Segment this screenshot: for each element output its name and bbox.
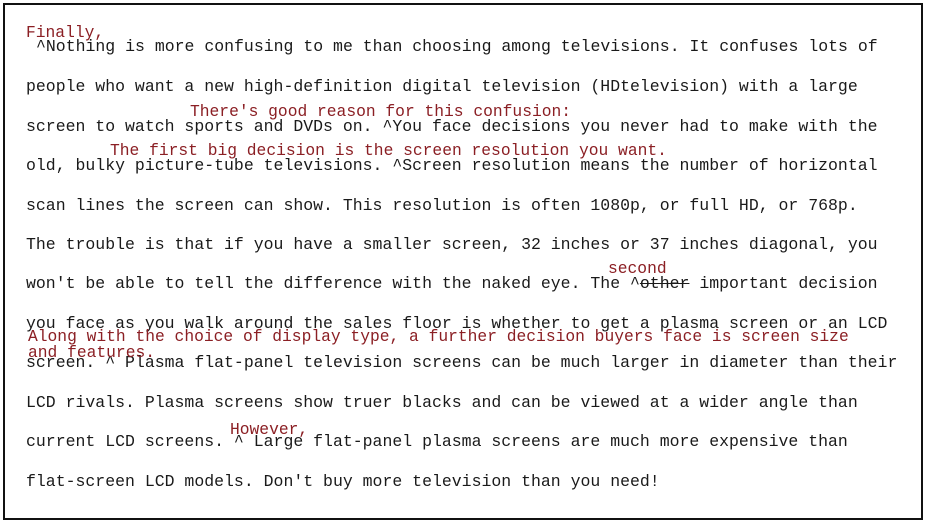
annotation-insert: There's good reason for this confusion:	[190, 102, 572, 121]
text-line: ^Nothing is more confusing to me than ch…	[36, 37, 878, 56]
text-line: The trouble is that if you have a smalle…	[26, 235, 878, 254]
text-line: current LCD screens. ^ Large flat-panel …	[26, 432, 848, 451]
text-line: LCD rivals. Plasma screens show truer bl…	[26, 393, 858, 412]
text-line: screen. ^ Plasma flat-panel television s…	[26, 353, 898, 372]
annotation-insert: However,	[230, 420, 309, 439]
text-line: flat-screen LCD models. Don't buy more t…	[26, 472, 660, 491]
text-line: won't be able to tell the difference wit…	[26, 274, 878, 294]
text-segment: important decision	[689, 274, 878, 293]
text-segment: won't be able to tell the difference wit…	[26, 274, 640, 293]
annotation-insert: The first big decision is the screen res…	[110, 141, 667, 160]
document-page: ^Nothing is more confusing to me than ch…	[0, 0, 926, 522]
text-line: people who want a new high-definition di…	[26, 77, 858, 96]
text-line: scan lines the screen can show. This res…	[26, 196, 858, 215]
annotation-insert: Finally,	[26, 23, 105, 42]
annotation-insert: and features.	[28, 343, 156, 362]
annotation-insert: second	[608, 259, 667, 278]
